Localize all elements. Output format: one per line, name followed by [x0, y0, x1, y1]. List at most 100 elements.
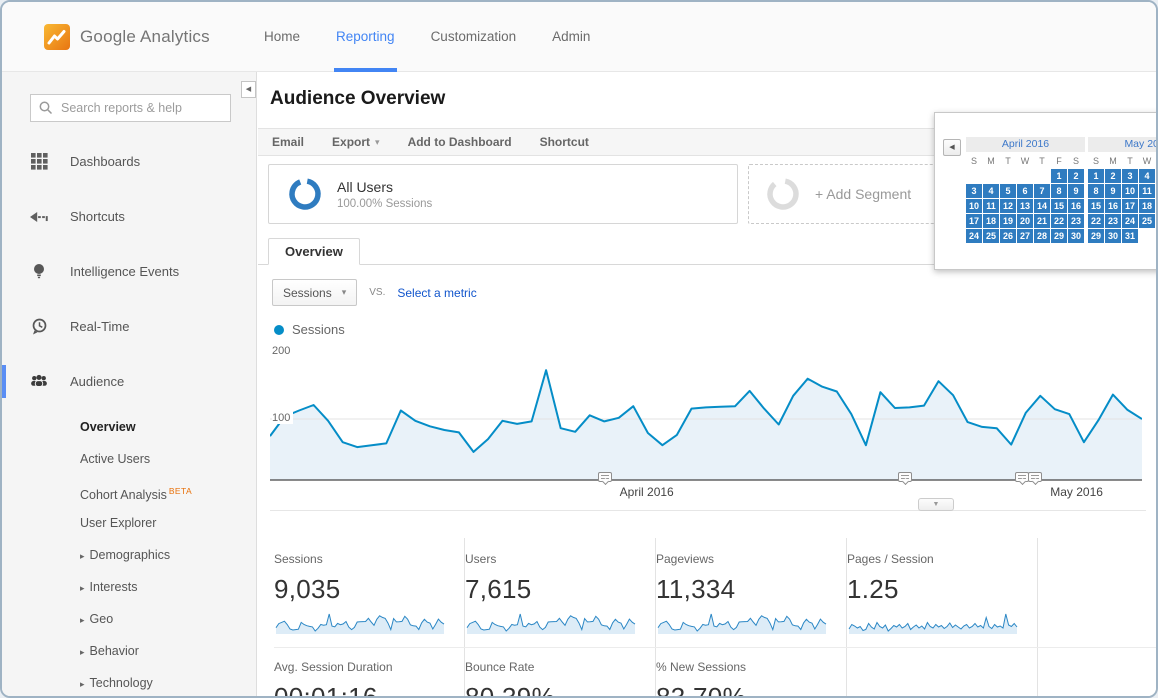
sidebar-item-intelligence-events[interactable]: Intelligence Events [2, 244, 256, 299]
top-navigation: Home Reporting Customization Admin [264, 2, 590, 72]
timeline-collapse-button[interactable]: ▼ [918, 498, 954, 511]
calendar-day[interactable]: 17 [1122, 199, 1138, 213]
calendar-day[interactable]: 10 [966, 199, 982, 213]
calendar-day[interactable]: 5 [1000, 184, 1016, 198]
calendar-day[interactable]: 26 [1000, 229, 1016, 243]
calendar-day[interactable]: 24 [1122, 214, 1138, 228]
calendar-day[interactable]: 29 [1051, 229, 1067, 243]
chevron-down-icon: ▾ [342, 287, 347, 298]
calendar-day[interactable]: 3 [1122, 169, 1138, 183]
submenu-overview[interactable]: Overview [2, 411, 256, 443]
calendar-day[interactable]: 4 [1139, 169, 1155, 183]
calendar-day[interactable]: 3 [966, 184, 982, 198]
calendar-day[interactable]: 27 [1017, 229, 1033, 243]
nav-customization[interactable]: Customization [431, 2, 517, 72]
calendar-day[interactable]: 22 [1088, 214, 1104, 228]
calendar-day[interactable]: 11 [1139, 184, 1155, 198]
calendar-day[interactable]: 16 [1105, 199, 1121, 213]
calendar-month-title: April 2016 [966, 137, 1085, 152]
search-input[interactable] [59, 95, 227, 121]
submenu-behavior[interactable]: ▸Behavior [2, 635, 256, 667]
calendar-day[interactable]: 25 [1139, 214, 1155, 228]
segment-subtitle: 100.00% Sessions [337, 198, 432, 210]
shortcut-button[interactable]: Shortcut [540, 135, 589, 149]
submenu-active-users[interactable]: Active Users [2, 443, 256, 475]
calendar-day[interactable]: 4 [983, 184, 999, 198]
calendar-empty-cell [983, 169, 999, 183]
calendar-day[interactable]: 30 [1068, 229, 1084, 243]
calendar-day[interactable]: 16 [1068, 199, 1084, 213]
sidebar-navigation: Dashboards Shortcuts [2, 134, 256, 698]
calendar-month-april: April 2016 SMTWTFS1234567891011121314151… [966, 137, 1085, 243]
google-analytics-brand[interactable]: Google Analytics [44, 24, 252, 50]
calendar-day[interactable]: 18 [1139, 199, 1155, 213]
calendar-day-header: F [1051, 154, 1067, 168]
submenu-geo[interactable]: ▸Geo [2, 603, 256, 635]
calendar-day[interactable]: 1 [1088, 169, 1104, 183]
all-users-segment-card[interactable]: All Users 100.00% Sessions [268, 164, 738, 224]
sidebar-item-real-time[interactable]: Real-Time [2, 299, 256, 354]
calendar-day[interactable]: 9 [1068, 184, 1084, 198]
calendar-day[interactable]: 2 [1105, 169, 1121, 183]
calendar-day[interactable]: 2 [1068, 169, 1084, 183]
calendar-day[interactable]: 10 [1122, 184, 1138, 198]
sidebar-collapse-button[interactable]: ◀ [241, 81, 256, 98]
calendar-day[interactable]: 7 [1034, 184, 1050, 198]
sidebar-item-shortcuts[interactable]: Shortcuts [2, 189, 256, 244]
calendar-day[interactable]: 17 [966, 214, 982, 228]
submenu-user-explorer[interactable]: User Explorer [2, 507, 256, 539]
calendar-day[interactable]: 6 [1017, 184, 1033, 198]
calendar-day[interactable]: 29 [1088, 229, 1104, 243]
calendar-day[interactable]: 25 [983, 229, 999, 243]
sidebar-item-audience[interactable]: Audience [2, 354, 256, 409]
calendar-day[interactable]: 30 [1105, 229, 1121, 243]
calendar-day[interactable]: 24 [966, 229, 982, 243]
calendar-day[interactable]: 22 [1051, 214, 1067, 228]
nav-home[interactable]: Home [264, 2, 300, 72]
submenu-demographics[interactable]: ▸Demographics [2, 539, 256, 571]
select-metric-link[interactable]: Select a metric [397, 286, 476, 300]
calendar-day[interactable]: 15 [1088, 199, 1104, 213]
calendar-day[interactable]: 1 [1051, 169, 1067, 183]
segment-donut-icon [287, 176, 323, 212]
calendar-day[interactable]: 14 [1034, 199, 1050, 213]
metrics-empty-cell [847, 648, 1038, 698]
calendar-day[interactable]: 23 [1105, 214, 1121, 228]
calendar-day[interactable]: 31 [1122, 229, 1138, 243]
legend-label: Sessions [292, 322, 345, 337]
annotation-flag-icon[interactable] [598, 472, 612, 482]
calendar-day[interactable]: 12 [1000, 199, 1016, 213]
line-chart-plot[interactable] [270, 353, 1142, 481]
submenu-technology[interactable]: ▸Technology [2, 667, 256, 698]
annotation-flag-icon[interactable] [1028, 472, 1042, 482]
calendar-day[interactable]: 23 [1068, 214, 1084, 228]
calendar-day[interactable]: 21 [1034, 214, 1050, 228]
submenu-cohort-analysis[interactable]: Cohort AnalysisBETA [2, 475, 256, 507]
empty-donut-icon [765, 176, 801, 212]
calendar-day-header: T [1122, 154, 1138, 168]
calendar-day[interactable]: 8 [1051, 184, 1067, 198]
chevron-down-icon: ▾ [375, 137, 380, 148]
nav-reporting[interactable]: Reporting [336, 2, 395, 72]
calendar-day[interactable]: 9 [1105, 184, 1121, 198]
nav-admin[interactable]: Admin [552, 2, 590, 72]
email-button[interactable]: Email [272, 135, 304, 149]
calendar-day[interactable]: 11 [983, 199, 999, 213]
annotation-flag-icon[interactable] [898, 472, 912, 482]
calendar-day[interactable]: 28 [1034, 229, 1050, 243]
annotation-flag-icon[interactable] [1015, 472, 1029, 482]
metric-dropdown[interactable]: Sessions ▾ [272, 279, 357, 306]
export-button[interactable]: Export▾ [332, 135, 380, 149]
submenu-interests[interactable]: ▸Interests [2, 571, 256, 603]
calendar-day[interactable]: 19 [1000, 214, 1016, 228]
calendar-day[interactable]: 18 [983, 214, 999, 228]
calendar-day[interactable]: 20 [1017, 214, 1033, 228]
metric-card-avg-session-duration: Avg. Session Duration 00:01:16 [274, 648, 465, 698]
sidebar-item-dashboards[interactable]: Dashboards [2, 134, 256, 189]
calendar-day[interactable]: 13 [1017, 199, 1033, 213]
add-to-dashboard-button[interactable]: Add to Dashboard [408, 135, 512, 149]
calendar-day[interactable]: 15 [1051, 199, 1067, 213]
calendar-day[interactable]: 8 [1088, 184, 1104, 198]
tab-overview[interactable]: Overview [268, 238, 360, 265]
calendar-prev-month-button[interactable]: ◀ [943, 139, 961, 156]
